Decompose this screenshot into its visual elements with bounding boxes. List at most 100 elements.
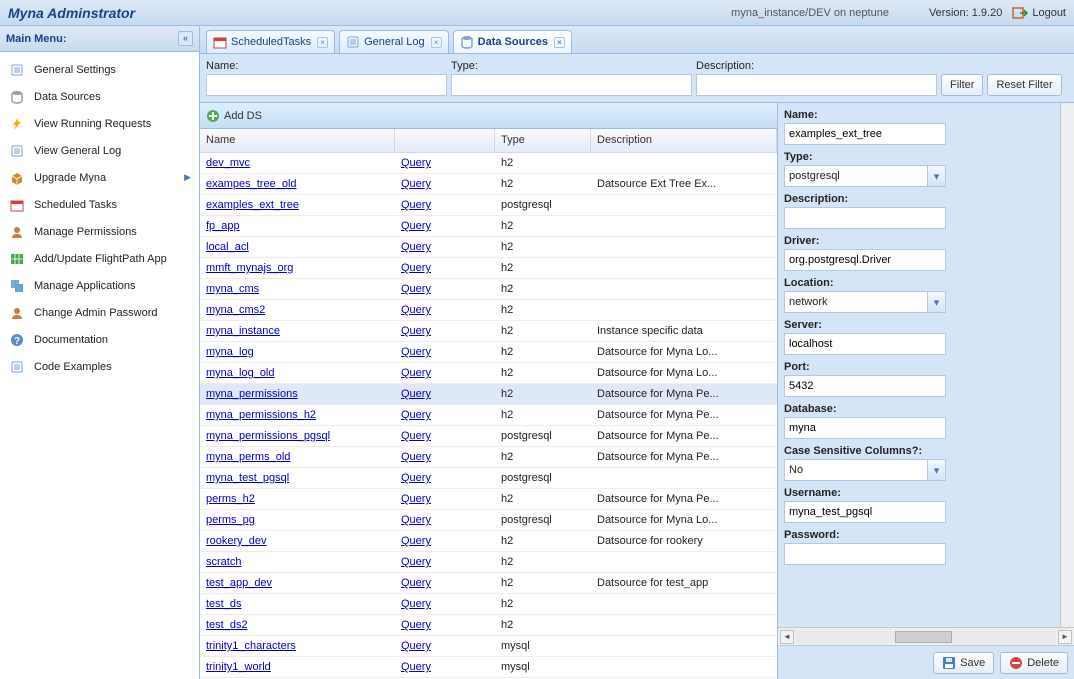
ds-name-link[interactable]: test_app_dev <box>206 577 272 589</box>
sidebar-item-view-general-log[interactable]: View General Log <box>0 137 199 164</box>
ds-name-link[interactable]: myna_cms <box>206 283 259 295</box>
ds-query-link[interactable]: Query <box>401 430 431 442</box>
tab-scheduledtasks[interactable]: ScheduledTasks× <box>206 30 335 53</box>
table-row[interactable]: myna_permissions_h2Queryh2Datsource for … <box>200 405 777 426</box>
col-query[interactable] <box>395 129 495 152</box>
col-name[interactable]: Name <box>200 129 395 152</box>
sidebar-item-view-running-requests[interactable]: View Running Requests <box>0 110 199 137</box>
sidebar-item-manage-applications[interactable]: Manage Applications <box>0 272 199 299</box>
table-row[interactable]: test_app_devQueryh2Datsource for test_ap… <box>200 573 777 594</box>
table-row[interactable]: myna_perms_oldQueryh2Datsource for Myna … <box>200 447 777 468</box>
ds-query-link[interactable]: Query <box>401 409 431 421</box>
table-row[interactable]: dev_mvcQueryh2 <box>200 153 777 174</box>
close-icon[interactable]: × <box>554 37 565 48</box>
ds-name-link[interactable]: local_acl <box>206 241 249 253</box>
ds-name-link[interactable]: trinity1_world <box>206 661 271 673</box>
detail-username-input[interactable] <box>784 501 946 523</box>
ds-name-link[interactable]: examples_ext_tree <box>206 199 299 211</box>
detail-database-input[interactable] <box>784 417 946 439</box>
filter-type-input[interactable] <box>451 74 692 96</box>
sidebar-item-change-admin-password[interactable]: Change Admin Password <box>0 299 199 326</box>
ds-name-link[interactable]: test_ds2 <box>206 619 248 631</box>
ds-name-link[interactable]: myna_instance <box>206 325 280 337</box>
table-row[interactable]: rookery_devQueryh2Datsource for rookery <box>200 531 777 552</box>
table-row[interactable]: local_aclQueryh2 <box>200 237 777 258</box>
ds-name-link[interactable]: scratch <box>206 556 241 568</box>
ds-name-link[interactable]: myna_log <box>206 346 254 358</box>
ds-name-link[interactable]: dev_mvc <box>206 157 250 169</box>
table-row[interactable]: test_dsQueryh2 <box>200 594 777 615</box>
ds-query-link[interactable]: Query <box>401 304 431 316</box>
table-row[interactable]: fp_appQueryh2 <box>200 216 777 237</box>
detail-driver-input[interactable] <box>784 249 946 271</box>
ds-query-link[interactable]: Query <box>401 619 431 631</box>
ds-query-link[interactable]: Query <box>401 367 431 379</box>
ds-query-link[interactable]: Query <box>401 661 431 673</box>
tab-data-sources[interactable]: Data Sources× <box>453 30 572 53</box>
col-desc[interactable]: Description <box>591 129 777 152</box>
ds-name-link[interactable]: perms_pg <box>206 514 255 526</box>
detail-location-select[interactable]: network ▾ <box>784 291 946 313</box>
delete-button[interactable]: Delete <box>1000 652 1068 674</box>
ds-query-link[interactable]: Query <box>401 598 431 610</box>
sidebar-item-code-examples[interactable]: Code Examples <box>0 353 199 380</box>
ds-query-link[interactable]: Query <box>401 262 431 274</box>
table-row[interactable]: myna_instanceQueryh2Instance specific da… <box>200 321 777 342</box>
sidebar-item-data-sources[interactable]: Data Sources <box>0 83 199 110</box>
ds-query-link[interactable]: Query <box>401 325 431 337</box>
scroll-left-icon[interactable]: ◄ <box>780 630 794 644</box>
scroll-right-icon[interactable]: ► <box>1058 630 1072 644</box>
detail-description-input[interactable] <box>784 207 946 229</box>
table-row[interactable]: myna_test_pgsqlQuerypostgresql <box>200 468 777 489</box>
save-button[interactable]: Save <box>933 652 994 674</box>
ds-name-link[interactable]: perms_h2 <box>206 493 255 505</box>
ds-query-link[interactable]: Query <box>401 283 431 295</box>
sidebar-item-add-update-flightpath-app[interactable]: Add/Update FlightPath App <box>0 245 199 272</box>
ds-name-link[interactable]: mmft_mynajs_org <box>206 262 293 274</box>
detail-hscrollbar[interactable]: ◄ ► <box>778 627 1074 645</box>
table-row[interactable]: perms_pgQuerypostgresqlDatsource for Myn… <box>200 510 777 531</box>
ds-name-link[interactable]: myna_log_old <box>206 367 275 379</box>
table-row[interactable]: mmft_mynajs_orgQueryh2 <box>200 258 777 279</box>
ds-query-link[interactable]: Query <box>401 157 431 169</box>
detail-case-select[interactable]: No ▾ <box>784 459 946 481</box>
sidebar-collapse-button[interactable]: « <box>178 31 193 46</box>
table-row[interactable]: myna_logQueryh2Datsource for Myna Lo... <box>200 342 777 363</box>
table-row[interactable]: scratchQueryh2 <box>200 552 777 573</box>
table-row[interactable]: trinity1_charactersQuerymysql <box>200 636 777 657</box>
reset-filter-button[interactable]: Reset Filter <box>987 74 1061 96</box>
ds-query-link[interactable]: Query <box>401 472 431 484</box>
ds-name-link[interactable]: rookery_dev <box>206 535 267 547</box>
close-icon[interactable]: × <box>317 37 328 48</box>
filter-name-input[interactable] <box>206 74 447 96</box>
ds-query-link[interactable]: Query <box>401 199 431 211</box>
ds-name-link[interactable]: myna_cms2 <box>206 304 265 316</box>
table-row[interactable]: myna_cmsQueryh2 <box>200 279 777 300</box>
filter-button[interactable]: Filter <box>941 74 983 96</box>
ds-name-link[interactable]: myna_permissions_pgsql <box>206 430 330 442</box>
ds-query-link[interactable]: Query <box>401 556 431 568</box>
table-row[interactable]: test_ds2Queryh2 <box>200 615 777 636</box>
ds-name-link[interactable]: myna_permissions_h2 <box>206 409 316 421</box>
ds-query-link[interactable]: Query <box>401 640 431 652</box>
close-icon[interactable]: × <box>431 37 442 48</box>
ds-name-link[interactable]: exampes_tree_old <box>206 178 297 190</box>
table-row[interactable]: myna_cms2Queryh2 <box>200 300 777 321</box>
table-row[interactable]: examples_ext_treeQuerypostgresql <box>200 195 777 216</box>
ds-query-link[interactable]: Query <box>401 388 431 400</box>
ds-name-link[interactable]: trinity1_characters <box>206 640 296 652</box>
table-row[interactable]: exampes_tree_oldQueryh2Datsource Ext Tre… <box>200 174 777 195</box>
tab-general-log[interactable]: General Log× <box>339 30 449 53</box>
ds-name-link[interactable]: fp_app <box>206 220 240 232</box>
ds-query-link[interactable]: Query <box>401 178 431 190</box>
add-ds-button[interactable]: Add DS <box>206 109 262 123</box>
sidebar-item-scheduled-tasks[interactable]: Scheduled Tasks <box>0 191 199 218</box>
logout-button[interactable]: Logout <box>1012 5 1066 21</box>
ds-name-link[interactable]: myna_test_pgsql <box>206 472 289 484</box>
filter-desc-input[interactable] <box>696 74 937 96</box>
sidebar-item-general-settings[interactable]: General Settings <box>0 56 199 83</box>
ds-name-link[interactable]: myna_perms_old <box>206 451 290 463</box>
table-row[interactable]: myna_permissions_pgsqlQuerypostgresqlDat… <box>200 426 777 447</box>
ds-query-link[interactable]: Query <box>401 220 431 232</box>
ds-query-link[interactable]: Query <box>401 493 431 505</box>
